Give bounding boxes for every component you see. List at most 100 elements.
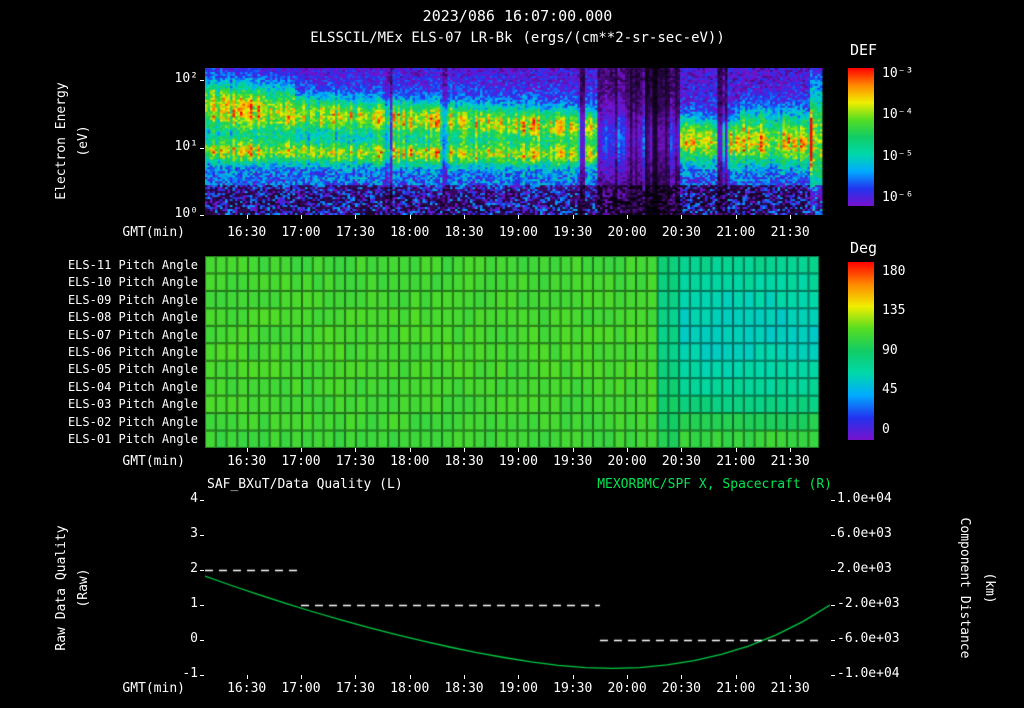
time-tick-label-middle: 17:00 [281, 454, 321, 469]
def-colorbar-tick: 10⁻⁴ [882, 107, 914, 123]
pitch-row-label: ELS-09 Pitch Angle [67, 292, 198, 307]
distance-tick-label: -2.0e+03 [837, 596, 900, 611]
pitch-row-label: ELS-01 Pitch Angle [67, 432, 198, 447]
time-tick-label-middle: 18:30 [444, 454, 484, 469]
time-tick-mark-bottom [736, 675, 737, 679]
time-tick-mark-middle [410, 448, 411, 452]
time-tick-label-top: 17:00 [281, 225, 321, 240]
distance-tick-mark [831, 535, 835, 536]
pitch-row-label: ELS-03 Pitch Angle [67, 397, 198, 412]
time-tick-mark-middle [627, 448, 628, 452]
pitch-row-label: ELS-05 Pitch Angle [67, 362, 198, 377]
spectrogram-title: ELSSCIL/MEx ELS-07 LR-Bk (ergs/(cm**2-sr-… [155, 31, 880, 45]
quality-tick-label: 1 [190, 596, 198, 611]
time-tick-mark-bottom [410, 675, 411, 679]
time-tick-label-middle: 19:30 [553, 454, 593, 469]
bottom-title-left: SAF_BXuT/Data Quality (L) [207, 477, 403, 492]
energy-tick-label: 10¹ [174, 138, 198, 154]
distance-tick-label: 1.0e+04 [837, 491, 892, 506]
time-tick-mark-middle [247, 448, 248, 452]
quality-tick-label: 4 [190, 491, 198, 506]
time-tick-label-top: 21:00 [716, 225, 756, 240]
gmt-label-middle: GMT(min) [122, 454, 185, 469]
time-tick-mark-bottom [247, 675, 248, 679]
time-tick-mark-bottom [518, 675, 519, 679]
pitch-row-label: ELS-11 Pitch Angle [67, 257, 198, 272]
time-tick-mark-top [627, 215, 628, 219]
energy-tick-mark [200, 80, 204, 81]
time-tick-label-middle: 21:00 [716, 454, 756, 469]
instrument-title: ELSSCIL/MEx ELS-07 LR-Bk [310, 30, 513, 46]
time-tick-mark-top [301, 215, 302, 219]
time-tick-mark-middle [464, 448, 465, 452]
energy-axis-units: (eV) [76, 125, 91, 157]
def-colorbar-tick: 10⁻³ [882, 65, 914, 81]
distance-tick-mark [831, 570, 835, 571]
def-colorbar-tick: 10⁻⁶ [882, 190, 914, 206]
quality-tick-mark [200, 500, 204, 501]
time-tick-label-top: 16:30 [227, 225, 267, 240]
quality-tick-mark [200, 675, 204, 676]
deg-colorbar-tick: 45 [882, 382, 898, 398]
time-tick-label-bottom: 19:30 [553, 681, 593, 696]
flux-units-label: (ergs/(cm**2-sr-sec-eV)) [522, 30, 725, 46]
distance-tick-mark [831, 675, 835, 676]
quality-tick-label: -1 [182, 666, 198, 681]
distance-tick-mark [831, 500, 835, 501]
time-tick-label-top: 19:30 [553, 225, 593, 240]
deg-colorbar-tick: 0 [882, 422, 890, 438]
def-colorbar-tick: 10⁻⁵ [882, 148, 914, 164]
quality-tick-mark [200, 535, 204, 536]
quality-tick-label: 2 [190, 561, 198, 576]
time-tick-mark-top [736, 215, 737, 219]
time-tick-mark-top [410, 215, 411, 219]
time-tick-mark-bottom [301, 675, 302, 679]
time-tick-mark-bottom [355, 675, 356, 679]
quality-tick-label: 3 [190, 526, 198, 541]
quality-tick-mark [200, 605, 204, 606]
distance-tick-label: 6.0e+03 [837, 526, 892, 541]
pitch-row-label: ELS-02 Pitch Angle [67, 414, 198, 429]
time-tick-label-top: 20:30 [661, 225, 702, 240]
time-tick-label-top: 18:30 [444, 225, 484, 240]
science-plot-page: 2023/086 16:07:00.000 ELSSCIL/MEx ELS-07… [0, 0, 1024, 708]
time-tick-mark-top [681, 215, 682, 219]
time-tick-label-bottom: 17:30 [335, 681, 375, 696]
time-tick-label-middle: 21:30 [770, 454, 810, 469]
quality-axis-units: (Raw) [76, 568, 91, 608]
time-tick-label-top: 18:00 [390, 225, 430, 240]
distance-tick-label: -1.0e+04 [837, 666, 900, 681]
time-tick-mark-top [464, 215, 465, 219]
time-tick-mark-bottom [790, 675, 791, 679]
deg-colorbar [848, 262, 874, 440]
distance-tick-mark [831, 640, 835, 641]
energy-tick-mark [200, 148, 204, 149]
time-tick-label-bottom: 20:30 [661, 681, 702, 696]
time-tick-label-bottom: 20:00 [607, 681, 647, 696]
time-tick-label-middle: 20:30 [661, 454, 702, 469]
time-tick-label-middle: 19:00 [498, 454, 538, 469]
time-tick-label-bottom: 17:00 [281, 681, 321, 696]
deg-colorbar-tick: 90 [882, 342, 898, 358]
gmt-label-bottom: GMT(min) [122, 681, 185, 696]
energy-tick-label: 10⁰ [174, 206, 198, 221]
pitch-row-label: ELS-10 Pitch Angle [67, 275, 198, 290]
time-tick-mark-bottom [681, 675, 682, 679]
time-tick-mark-middle [736, 448, 737, 452]
pitch-row-label: ELS-06 Pitch Angle [67, 345, 198, 359]
quality-tick-label: 0 [190, 631, 198, 646]
time-tick-label-bottom: 18:30 [444, 681, 484, 696]
distance-tick-mark [831, 605, 835, 606]
time-tick-mark-middle [573, 448, 574, 452]
time-tick-label-top: 20:00 [607, 225, 647, 240]
deg-colorbar-label: Deg [850, 239, 878, 257]
time-tick-label-middle: 20:00 [607, 454, 647, 469]
quality-axis-label: Raw Data Quality [54, 525, 69, 651]
deg-colorbar-tick: 135 [882, 303, 906, 319]
distance-tick-label: 2.0e+03 [837, 561, 892, 576]
time-tick-label-bottom: 21:00 [716, 681, 756, 696]
time-tick-label-bottom: 21:30 [770, 681, 810, 696]
energy-tick-label: 10² [174, 71, 198, 87]
deg-colorbar-tick: 180 [882, 263, 906, 279]
time-tick-label-middle: 16:30 [227, 454, 267, 469]
